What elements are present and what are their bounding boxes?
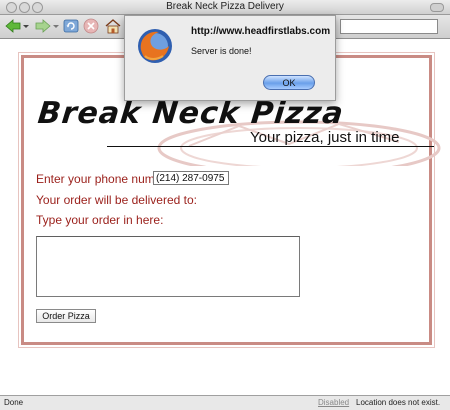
forward-arrow-icon[interactable] (34, 17, 52, 35)
back-arrow-icon[interactable] (4, 17, 22, 35)
status-text: Done (4, 398, 24, 407)
alert-title: http://www.headfirstlabs.com (191, 26, 331, 37)
reload-icon[interactable] (62, 17, 80, 35)
back-dropdown-icon[interactable] (22, 17, 30, 35)
order-label: Type your order in here: (36, 213, 164, 227)
home-icon[interactable] (104, 17, 122, 35)
tagline-underline (107, 146, 434, 147)
site-logo: Break Neck Pizza (36, 96, 346, 131)
stop-icon[interactable] (82, 17, 100, 35)
toolbar-toggle-button[interactable] (430, 3, 444, 12)
status-disabled-link[interactable]: Disabled (318, 398, 349, 407)
forward-dropdown-icon[interactable] (52, 17, 60, 35)
delivery-address-label: Your order will be delivered to: (36, 193, 197, 207)
status-location-text: Location does not exist. (356, 398, 441, 407)
order-pizza-button[interactable]: Order Pizza (36, 309, 96, 323)
order-textarea[interactable] (36, 236, 300, 297)
ok-button[interactable]: OK (263, 75, 315, 90)
alert-dialog: http://www.headfirstlabs.com Server is d… (124, 15, 336, 101)
alert-message: Server is done! (191, 46, 252, 56)
phone-input[interactable] (153, 171, 229, 185)
address-bar[interactable] (340, 19, 438, 34)
window-title: Break Neck Pizza Delivery (166, 1, 284, 12)
status-bar: Done Disabled Location does not exist. (0, 395, 450, 410)
window-titlebar: Break Neck Pizza Delivery (0, 0, 450, 15)
firefox-logo-icon (138, 29, 172, 63)
site-tagline: Your pizza, just in time (250, 129, 400, 146)
